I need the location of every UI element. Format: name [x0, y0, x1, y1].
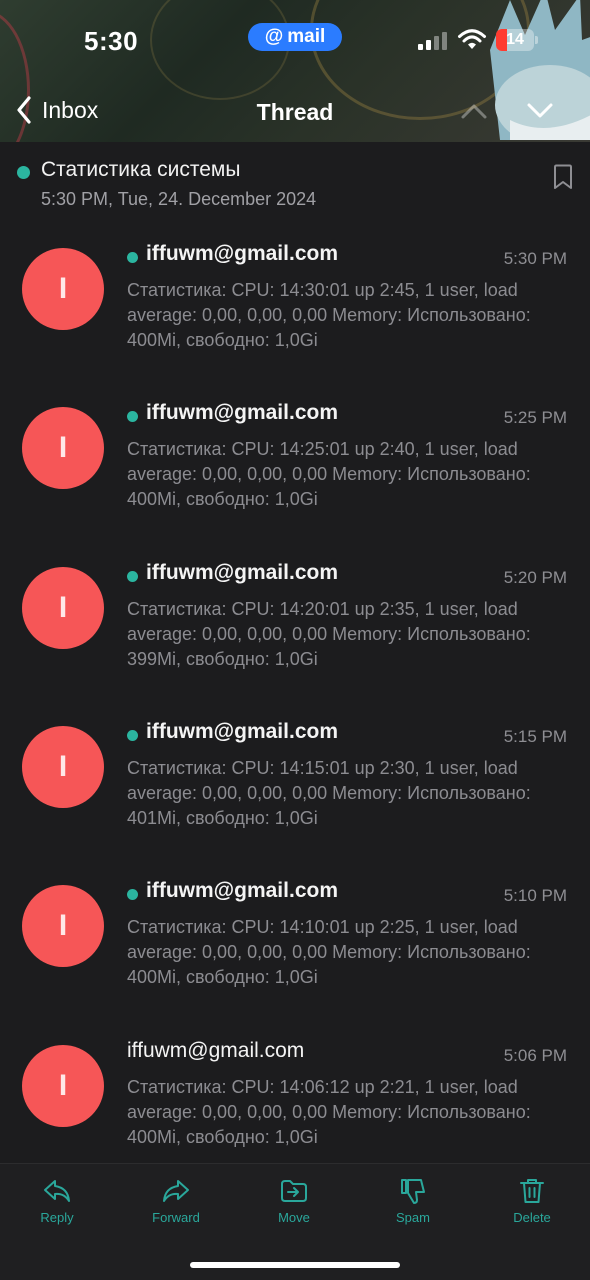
- next-thread-chevron-down-icon[interactable]: [526, 100, 554, 122]
- message-sender: iffuwm@gmail.com: [127, 1039, 305, 1062]
- trash-icon: [520, 1179, 544, 1203]
- wifi-icon: [458, 29, 486, 49]
- reply-label: Reply: [40, 1210, 74, 1225]
- bookmark-icon[interactable]: [552, 164, 574, 190]
- spam-button[interactable]: Spam: [368, 1176, 458, 1225]
- delete-label: Delete: [513, 1210, 551, 1225]
- unread-indicator-dot: [127, 411, 138, 422]
- message-time: 5:15 PM: [503, 727, 567, 746]
- sender-avatar: I: [22, 1045, 104, 1127]
- message-item[interactable]: I iffuwm@gmail.com 5:30 PM Статистика: C…: [0, 222, 590, 381]
- avatar-letter: I: [58, 909, 68, 942]
- sender-avatar: I: [22, 248, 104, 330]
- status-bar: 5:30 @ mail 14: [0, 0, 590, 80]
- message-preview: Статистика: CPU: 14:06:12 up 2:21, 1 use…: [127, 1077, 531, 1147]
- battery-level: 14: [506, 31, 524, 48]
- message-preview: Статистика: CPU: 14:15:01 up 2:30, 1 use…: [127, 758, 531, 828]
- avatar-letter: I: [58, 431, 68, 464]
- message-item[interactable]: I iffuwm@gmail.com 5:20 PM Статистика: C…: [0, 541, 590, 700]
- message-sender: iffuwm@gmail.com: [146, 879, 338, 902]
- message-preview: Статистика: CPU: 14:10:01 up 2:25, 1 use…: [127, 917, 531, 987]
- sender-avatar: I: [22, 407, 104, 489]
- avatar-letter: I: [58, 272, 68, 305]
- avatar-letter: I: [58, 1069, 68, 1102]
- message-time: 5:30 PM: [503, 249, 567, 268]
- spam-label: Spam: [396, 1210, 430, 1225]
- sender-avatar: I: [22, 567, 104, 649]
- forward-icon: [163, 1180, 189, 1202]
- status-time: 5:30: [84, 26, 139, 56]
- at-sign-icon: @: [264, 26, 284, 47]
- unread-indicator-dot: [127, 571, 138, 582]
- battery-icon: 14: [496, 29, 538, 51]
- page-title: Thread: [256, 99, 334, 125]
- home-indicator[interactable]: [190, 1262, 400, 1268]
- avatar-letter: I: [58, 750, 68, 783]
- message-item[interactable]: I iffuwm@gmail.com 5:10 PM Статистика: C…: [0, 859, 590, 1018]
- unread-indicator-dot: [127, 889, 138, 900]
- message-sender: iffuwm@gmail.com: [146, 720, 338, 743]
- forward-button[interactable]: Forward: [131, 1176, 221, 1225]
- message-preview: Статистика: CPU: 14:30:01 up 2:45, 1 use…: [127, 280, 531, 350]
- message-preview: Статистика: CPU: 14:25:01 up 2:40, 1 use…: [127, 439, 531, 509]
- reply-icon: [44, 1180, 70, 1202]
- cellular-signal-icon: [418, 32, 448, 50]
- move-button[interactable]: Move: [249, 1176, 339, 1225]
- message-item[interactable]: I iffuwm@gmail.com 5:06 PM Статистика: C…: [0, 1019, 590, 1178]
- unread-indicator-dot: [127, 252, 138, 263]
- sender-avatar: I: [22, 885, 104, 967]
- message-time: 5:25 PM: [503, 408, 567, 427]
- forward-label: Forward: [152, 1210, 200, 1225]
- message-item[interactable]: I iffuwm@gmail.com 5:15 PM Статистика: C…: [0, 700, 590, 859]
- delete-button[interactable]: Delete: [487, 1176, 577, 1225]
- message-preview: Статистика: CPU: 14:20:01 up 2:35, 1 use…: [127, 599, 531, 669]
- move-label: Move: [278, 1210, 310, 1225]
- message-sender: iffuwm@gmail.com: [146, 401, 338, 424]
- message-time: 5:06 PM: [503, 1046, 567, 1065]
- message-sender: iffuwm@gmail.com: [146, 561, 338, 584]
- mail-app-pill[interactable]: @ mail: [248, 23, 342, 51]
- thumbs-down-icon: [401, 1179, 425, 1204]
- thread-date: 5:30 PM, Tue, 24. December 2024: [41, 189, 317, 209]
- message-time: 5:10 PM: [503, 886, 567, 905]
- message-sender: iffuwm@gmail.com: [146, 242, 338, 265]
- sender-avatar: I: [22, 726, 104, 808]
- mail-pill-label: mail: [287, 26, 326, 47]
- avatar-letter: I: [58, 591, 68, 624]
- previous-thread-chevron-up-icon[interactable]: [460, 100, 488, 122]
- move-folder-icon: [281, 1180, 307, 1202]
- thread-header: Статистика системы 5:30 PM, Tue, 24. Dec…: [0, 142, 590, 222]
- message-item[interactable]: I iffuwm@gmail.com 5:25 PM Статистика: C…: [0, 381, 590, 540]
- unread-indicator-dot: [17, 166, 30, 179]
- message-time: 5:20 PM: [503, 568, 567, 587]
- thread-subject: Статистика системы: [41, 158, 241, 181]
- reply-button[interactable]: Reply: [12, 1176, 102, 1225]
- unread-indicator-dot: [127, 730, 138, 741]
